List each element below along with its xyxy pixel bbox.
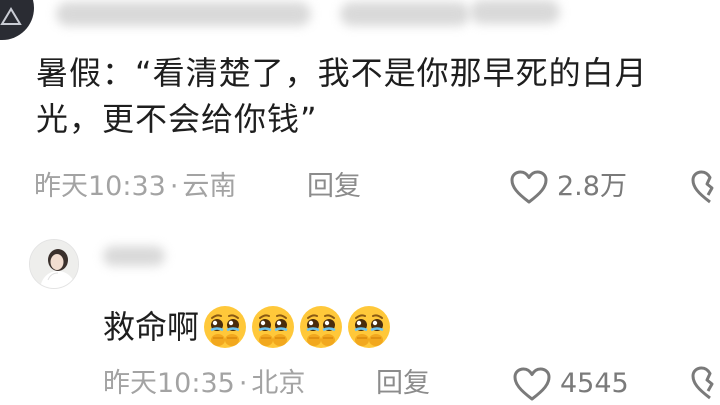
- like-button[interactable]: 2.8万: [509, 169, 627, 205]
- broken-heart-icon[interactable]: [690, 168, 720, 208]
- username-blurred: [470, 0, 560, 24]
- emoji-row: [201, 303, 393, 351]
- comment-time: 昨天10:35: [103, 368, 235, 399]
- like-count: 2.8万: [557, 171, 627, 202]
- pleading-crying-face-icon: [204, 306, 247, 348]
- comment-content: 救命啊: [103, 303, 393, 351]
- avatar[interactable]: [0, 0, 34, 40]
- pleading-crying-face-icon: [348, 306, 391, 348]
- pleading-crying-face-icon: [300, 306, 343, 348]
- comment-time: 昨天10:33: [34, 171, 166, 202]
- like-button[interactable]: 4545: [512, 366, 629, 402]
- comment-meta: 昨天10:35 · 北京: [103, 367, 305, 401]
- like-count: 4545: [560, 368, 629, 399]
- comment-location: 北京: [251, 368, 306, 399]
- meta-separator: ·: [238, 368, 248, 399]
- avatar-photo: [30, 240, 78, 288]
- avatar[interactable]: [29, 239, 79, 289]
- meta-separator: ·: [169, 171, 179, 202]
- comment-location: 云南: [182, 171, 237, 202]
- comment-text: 救命啊: [103, 308, 200, 346]
- username-blurred: [103, 246, 165, 266]
- heart-outline-icon: [513, 367, 551, 401]
- broken-heart-icon[interactable]: [690, 364, 720, 404]
- comment-meta: 昨天10:33 · 云南: [34, 170, 236, 204]
- reply-button[interactable]: 回复: [376, 367, 430, 401]
- comment-text: 暑假：“看清楚了，我不是你那早死的白月光，更不会给你钱”: [36, 54, 648, 138]
- username-blurred: [340, 2, 470, 26]
- username-blurred: [56, 2, 311, 26]
- heart-outline-icon: [510, 170, 548, 204]
- pleading-crying-face-icon: [252, 306, 295, 348]
- avatar-logo-icon: [0, 7, 22, 25]
- reply-button[interactable]: 回复: [307, 170, 361, 204]
